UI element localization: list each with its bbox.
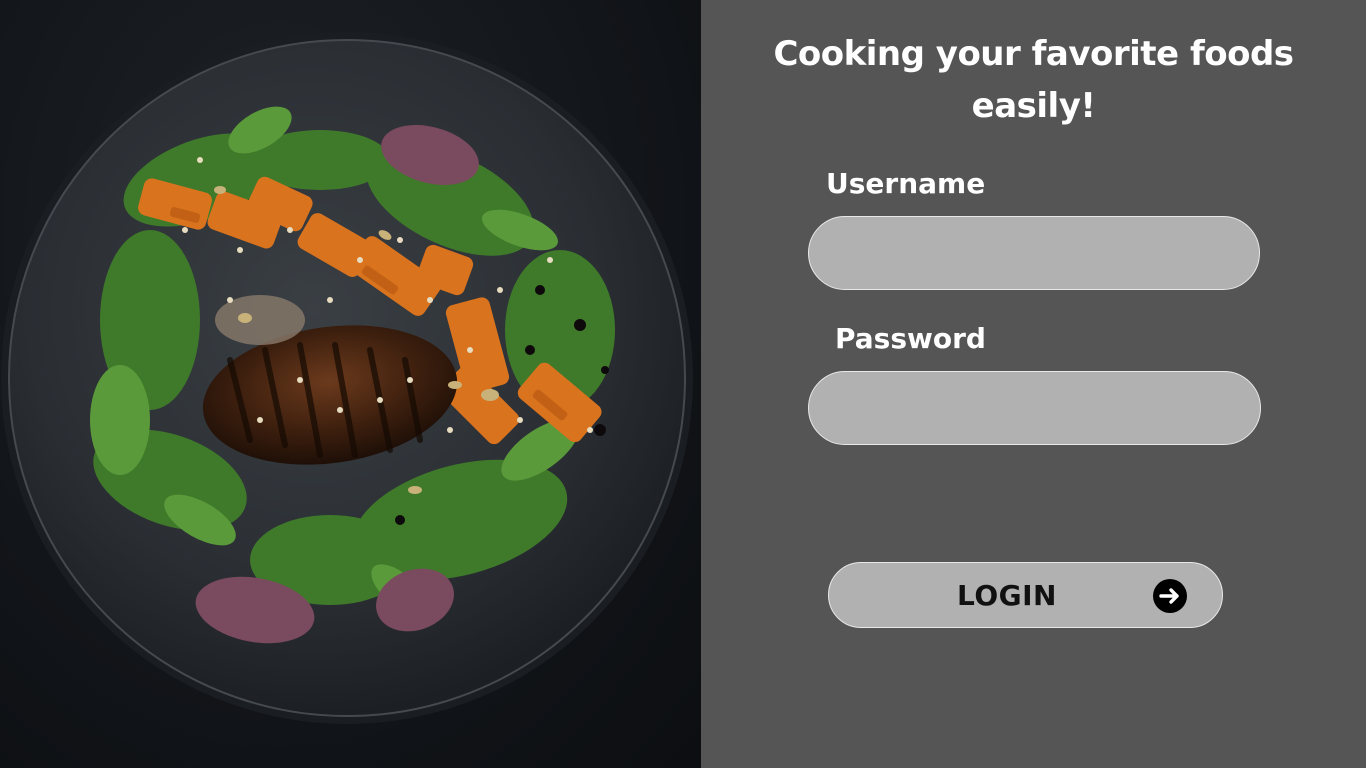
password-input[interactable]: [808, 371, 1261, 445]
login-button-label: LOGIN: [957, 579, 1057, 612]
arrow-right-circle-icon: [1152, 578, 1188, 614]
page-headline: Cooking your favorite foods easily!: [773, 34, 1294, 126]
login-button[interactable]: LOGIN: [828, 562, 1223, 628]
salad-plate-image: [1, 32, 693, 724]
hero-image-panel: [0, 0, 701, 768]
login-form-panel: Cooking your favorite foods easily! User…: [701, 0, 1366, 768]
username-input[interactable]: [808, 216, 1260, 290]
login-page: Cooking your favorite foods easily! User…: [0, 0, 1366, 768]
password-label: Password: [835, 322, 986, 355]
username-label: Username: [826, 167, 986, 200]
